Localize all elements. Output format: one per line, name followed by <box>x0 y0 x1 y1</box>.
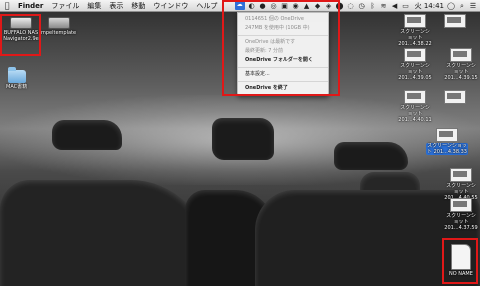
timemachine-icon[interactable]: ◷ <box>358 2 366 10</box>
wallpaper-rock <box>334 142 408 170</box>
preferences-item[interactable]: 基本設定... <box>238 70 328 79</box>
screenshot-file-icon[interactable]: スクリーンショット 201...4.39.15 <box>444 48 478 81</box>
menu-separator <box>238 35 328 36</box>
screenshot-file-icon[interactable]: スクリーンショット 201...4.40.11 <box>398 90 432 123</box>
icon-label: BUFFALO NAS Navigator2.9e <box>3 30 39 42</box>
screenshot-file-icon[interactable]: スクリーンショット 201...4.37.59 <box>444 198 478 231</box>
menu-clock[interactable]: 火 14:41 <box>415 1 444 11</box>
desktop[interactable]:  Finder ファイル 編集 表示 移動 ウインドウ ヘルプ ☁ ◐ ● ◎… <box>0 0 480 286</box>
quit-onedrive-item[interactable]: OneDrive を終了 <box>238 84 328 93</box>
wallpaper-rock <box>212 118 274 160</box>
onedrive-usage-line: 0114651 個の OneDrive <box>245 16 304 22</box>
icon-label: スクリーンショット 201...4.40.11 <box>398 105 432 123</box>
status-icon[interactable]: ▲ <box>303 2 311 10</box>
icon-label: NO NAME <box>449 271 473 277</box>
image-file-icon <box>404 48 426 62</box>
status-icon[interactable]: ◎ <box>270 2 278 10</box>
image-file-icon <box>444 90 466 104</box>
status-icon[interactable]: ◉ <box>292 2 300 10</box>
menu-edit[interactable]: 編集 <box>83 1 105 11</box>
mpeltemplate-icon[interactable]: mpeltemplate <box>41 17 76 36</box>
icon-label: mpeltemplate <box>41 30 77 36</box>
menu-file[interactable]: ファイル <box>47 1 83 11</box>
screenshot-file-icon-selected[interactable]: スクリーンショット 201...4.38.33 <box>426 128 468 155</box>
menu-go[interactable]: 移動 <box>127 1 149 11</box>
status-icon[interactable]: ▣ <box>281 2 289 10</box>
drive-icon <box>10 17 32 29</box>
image-file-icon <box>436 128 458 142</box>
mac-folder-icon[interactable]: MAC書籍 <box>6 67 28 90</box>
onedrive-status-line: OneDrive は最新です <box>245 39 296 45</box>
menu-finder[interactable]: Finder <box>14 2 47 10</box>
apple-icon[interactable]:  <box>0 1 14 10</box>
folder-icon <box>7 67 26 83</box>
onedrive-icon[interactable]: ☁ <box>234 1 245 10</box>
bluetooth-icon[interactable]: ᛒ <box>369 2 377 10</box>
icon-label: スクリーンショット 201...4.38.33 <box>426 143 468 155</box>
status-icon[interactable]: ◐ <box>248 2 256 10</box>
status-area: ☁ ◐ ● ◎ ▣ ◉ ▲ ◆ ◈ ⬤ ◌ ◷ ᛒ ≋ ◀ ▭ 火 14:41 … <box>234 0 480 11</box>
image-file-icon <box>404 90 426 104</box>
buffalo-nas-icon[interactable]: BUFFALO NAS Navigator2.9e <box>3 17 39 42</box>
menu-bar:  Finder ファイル 編集 表示 移動 ウインドウ ヘルプ ☁ ◐ ● ◎… <box>0 0 480 12</box>
spotlight-search-icon[interactable]: ⌕ <box>458 2 466 10</box>
user-icon[interactable]: ◯ <box>447 2 455 10</box>
menu-view[interactable]: 表示 <box>105 1 127 11</box>
onedrive-status-line: 最終更新: 7 分前 <box>245 48 284 54</box>
battery-icon[interactable]: ▭ <box>402 2 410 10</box>
drive-icon <box>47 17 70 29</box>
onedrive-menu: 0114651 個の OneDrive 247MB を使用中 (10GB 中) … <box>237 12 329 96</box>
wallpaper-rock <box>52 120 122 150</box>
menu-window[interactable]: ウインドウ <box>149 1 192 11</box>
screenshot-file-icon[interactable] <box>444 14 466 28</box>
icon-label: スクリーンショット 201...4.39.05 <box>398 63 432 81</box>
screenshot-file-icon[interactable] <box>444 90 466 104</box>
menu-help[interactable]: ヘルプ <box>192 1 221 11</box>
volume-icon[interactable]: ◀ <box>391 2 399 10</box>
image-file-icon <box>450 48 472 62</box>
menu-separator <box>238 81 328 82</box>
wifi-icon[interactable]: ≋ <box>380 2 388 10</box>
status-icon[interactable]: ◈ <box>325 2 333 10</box>
status-icon[interactable]: ⬤ <box>336 2 344 10</box>
icon-label: スクリーンショット 201...4.37.59 <box>444 213 478 231</box>
no-name-drive-icon[interactable]: NO NAME <box>449 244 473 277</box>
icon-label: MAC書籍 <box>6 84 28 90</box>
screenshot-file-icon[interactable]: スクリーンショット 201...4.38.22 <box>398 14 432 47</box>
image-file-icon <box>450 198 472 212</box>
image-file-icon <box>450 168 472 182</box>
screenshot-file-icon[interactable]: スクリーンショット 201...4.40.55 <box>444 168 478 201</box>
notification-center-icon[interactable]: ☰ <box>469 2 477 10</box>
sd-card-icon <box>450 244 471 270</box>
icon-label: スクリーンショット 201...4.39.15 <box>444 63 478 81</box>
image-file-icon <box>404 14 426 28</box>
menu-separator <box>238 67 328 68</box>
status-icon[interactable]: ◆ <box>314 2 322 10</box>
open-onedrive-folder-item[interactable]: OneDrive フォルダーを開く <box>238 56 328 65</box>
screenshot-file-icon[interactable]: スクリーンショット 201...4.39.05 <box>398 48 432 81</box>
icon-label: スクリーンショット 201...4.38.22 <box>398 29 432 47</box>
wallpaper-rock <box>0 180 210 286</box>
image-file-icon <box>444 14 466 28</box>
status-icon[interactable]: ● <box>259 2 267 10</box>
status-icon[interactable]: ◌ <box>347 2 355 10</box>
onedrive-usage-line: 247MB を使用中 (10GB 中) <box>245 25 310 31</box>
